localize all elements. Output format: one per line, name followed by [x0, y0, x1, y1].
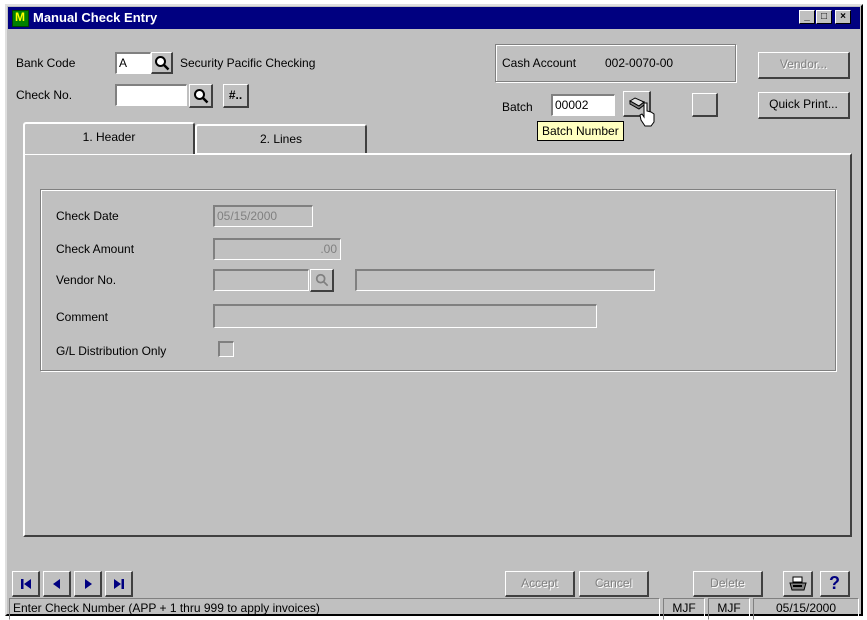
- cancel-button-label: Cancel: [594, 576, 633, 590]
- delete-button[interactable]: Delete: [693, 571, 763, 597]
- accept-button-label: Accept: [521, 576, 558, 590]
- quick-print-button[interactable]: Quick Print...: [758, 92, 850, 119]
- vendor-name-field[interactable]: [355, 269, 655, 291]
- next-record-button[interactable]: [74, 571, 102, 597]
- delete-button-label: Delete: [710, 576, 745, 590]
- check-date-field[interactable]: 05/15/2000: [213, 205, 313, 227]
- status-user-2: MJF: [708, 598, 750, 620]
- check-no-lookup-button[interactable]: [189, 84, 213, 108]
- check-no-input[interactable]: [115, 84, 187, 106]
- first-record-button[interactable]: [12, 571, 40, 597]
- bank-name: Security Pacific Checking: [180, 56, 316, 70]
- batch-number-tooltip: Batch Number: [537, 121, 624, 141]
- help-button[interactable]: ?: [820, 571, 850, 597]
- previous-record-icon: [52, 579, 60, 589]
- vendor-no-field[interactable]: [213, 269, 309, 291]
- tab-header-label: 1. Header: [82, 130, 136, 144]
- close-button[interactable]: ×: [835, 10, 851, 24]
- comment-label: Comment: [56, 310, 109, 324]
- print-button[interactable]: [783, 571, 813, 597]
- title-bar[interactable]: Manual Check Entry _ □ ×: [8, 7, 860, 29]
- status-user-1: MJF: [663, 598, 705, 620]
- tab-lines[interactable]: 2. Lines: [195, 124, 367, 153]
- search-icon: [154, 56, 169, 71]
- mouse-cursor-icon: [639, 102, 655, 127]
- search-icon: [315, 273, 328, 287]
- check-amount-field[interactable]: .00: [213, 238, 341, 260]
- accept-button[interactable]: Accept: [505, 571, 575, 597]
- gl-distribution-only-label: G/L Distribution Only: [56, 344, 167, 358]
- batch-input[interactable]: 00002: [551, 94, 615, 116]
- header-tab-panel: Check Date 05/15/2000 Check Amount .00 V…: [23, 153, 852, 537]
- minimize-button[interactable]: _: [799, 10, 815, 24]
- tab-lines-label: 2. Lines: [259, 132, 303, 146]
- bank-code-label: Bank Code: [16, 56, 76, 70]
- check-amount-label: Check Amount: [56, 242, 135, 256]
- bank-code-lookup-button[interactable]: [151, 52, 173, 74]
- batch-label: Batch: [502, 100, 533, 114]
- next-check-number-button[interactable]: #..: [223, 84, 249, 108]
- first-record-icon: [20, 579, 31, 589]
- last-record-icon: [113, 579, 124, 589]
- status-date: 05/15/2000: [753, 598, 859, 620]
- batch-status-button[interactable]: [692, 93, 718, 117]
- cash-account-value: 002-0070-00: [605, 56, 674, 70]
- vendor-lookup-button[interactable]: [310, 269, 334, 292]
- status-message: Enter Check Number (APP + 1 thru 999 to …: [9, 598, 660, 620]
- check-no-label: Check No.: [16, 88, 73, 102]
- vendor-button-label: Vendor...: [779, 57, 828, 71]
- check-date-label: Check Date: [56, 209, 119, 223]
- window-title: Manual Check Entry: [33, 10, 158, 25]
- bank-code-input[interactable]: A: [115, 52, 151, 74]
- cash-account-label: Cash Account: [502, 56, 577, 70]
- tab-header[interactable]: 1. Header: [23, 122, 195, 154]
- manual-check-entry-window: Manual Check Entry _ □ × Bank Code A Sec…: [5, 4, 863, 620]
- app-icon[interactable]: [12, 10, 29, 27]
- quick-print-button-label: Quick Print...: [769, 97, 838, 111]
- printer-icon: [788, 576, 807, 591]
- last-record-button[interactable]: [105, 571, 133, 597]
- comment-field[interactable]: [213, 304, 597, 328]
- previous-record-button[interactable]: [43, 571, 71, 597]
- maximize-button[interactable]: □: [816, 10, 832, 24]
- next-record-icon: [84, 579, 92, 589]
- vendor-button[interactable]: Vendor...: [758, 52, 850, 79]
- search-icon: [193, 89, 208, 104]
- vendor-no-label: Vendor No.: [56, 273, 117, 287]
- gl-distribution-only-checkbox[interactable]: [218, 341, 234, 357]
- cancel-button[interactable]: Cancel: [579, 571, 649, 597]
